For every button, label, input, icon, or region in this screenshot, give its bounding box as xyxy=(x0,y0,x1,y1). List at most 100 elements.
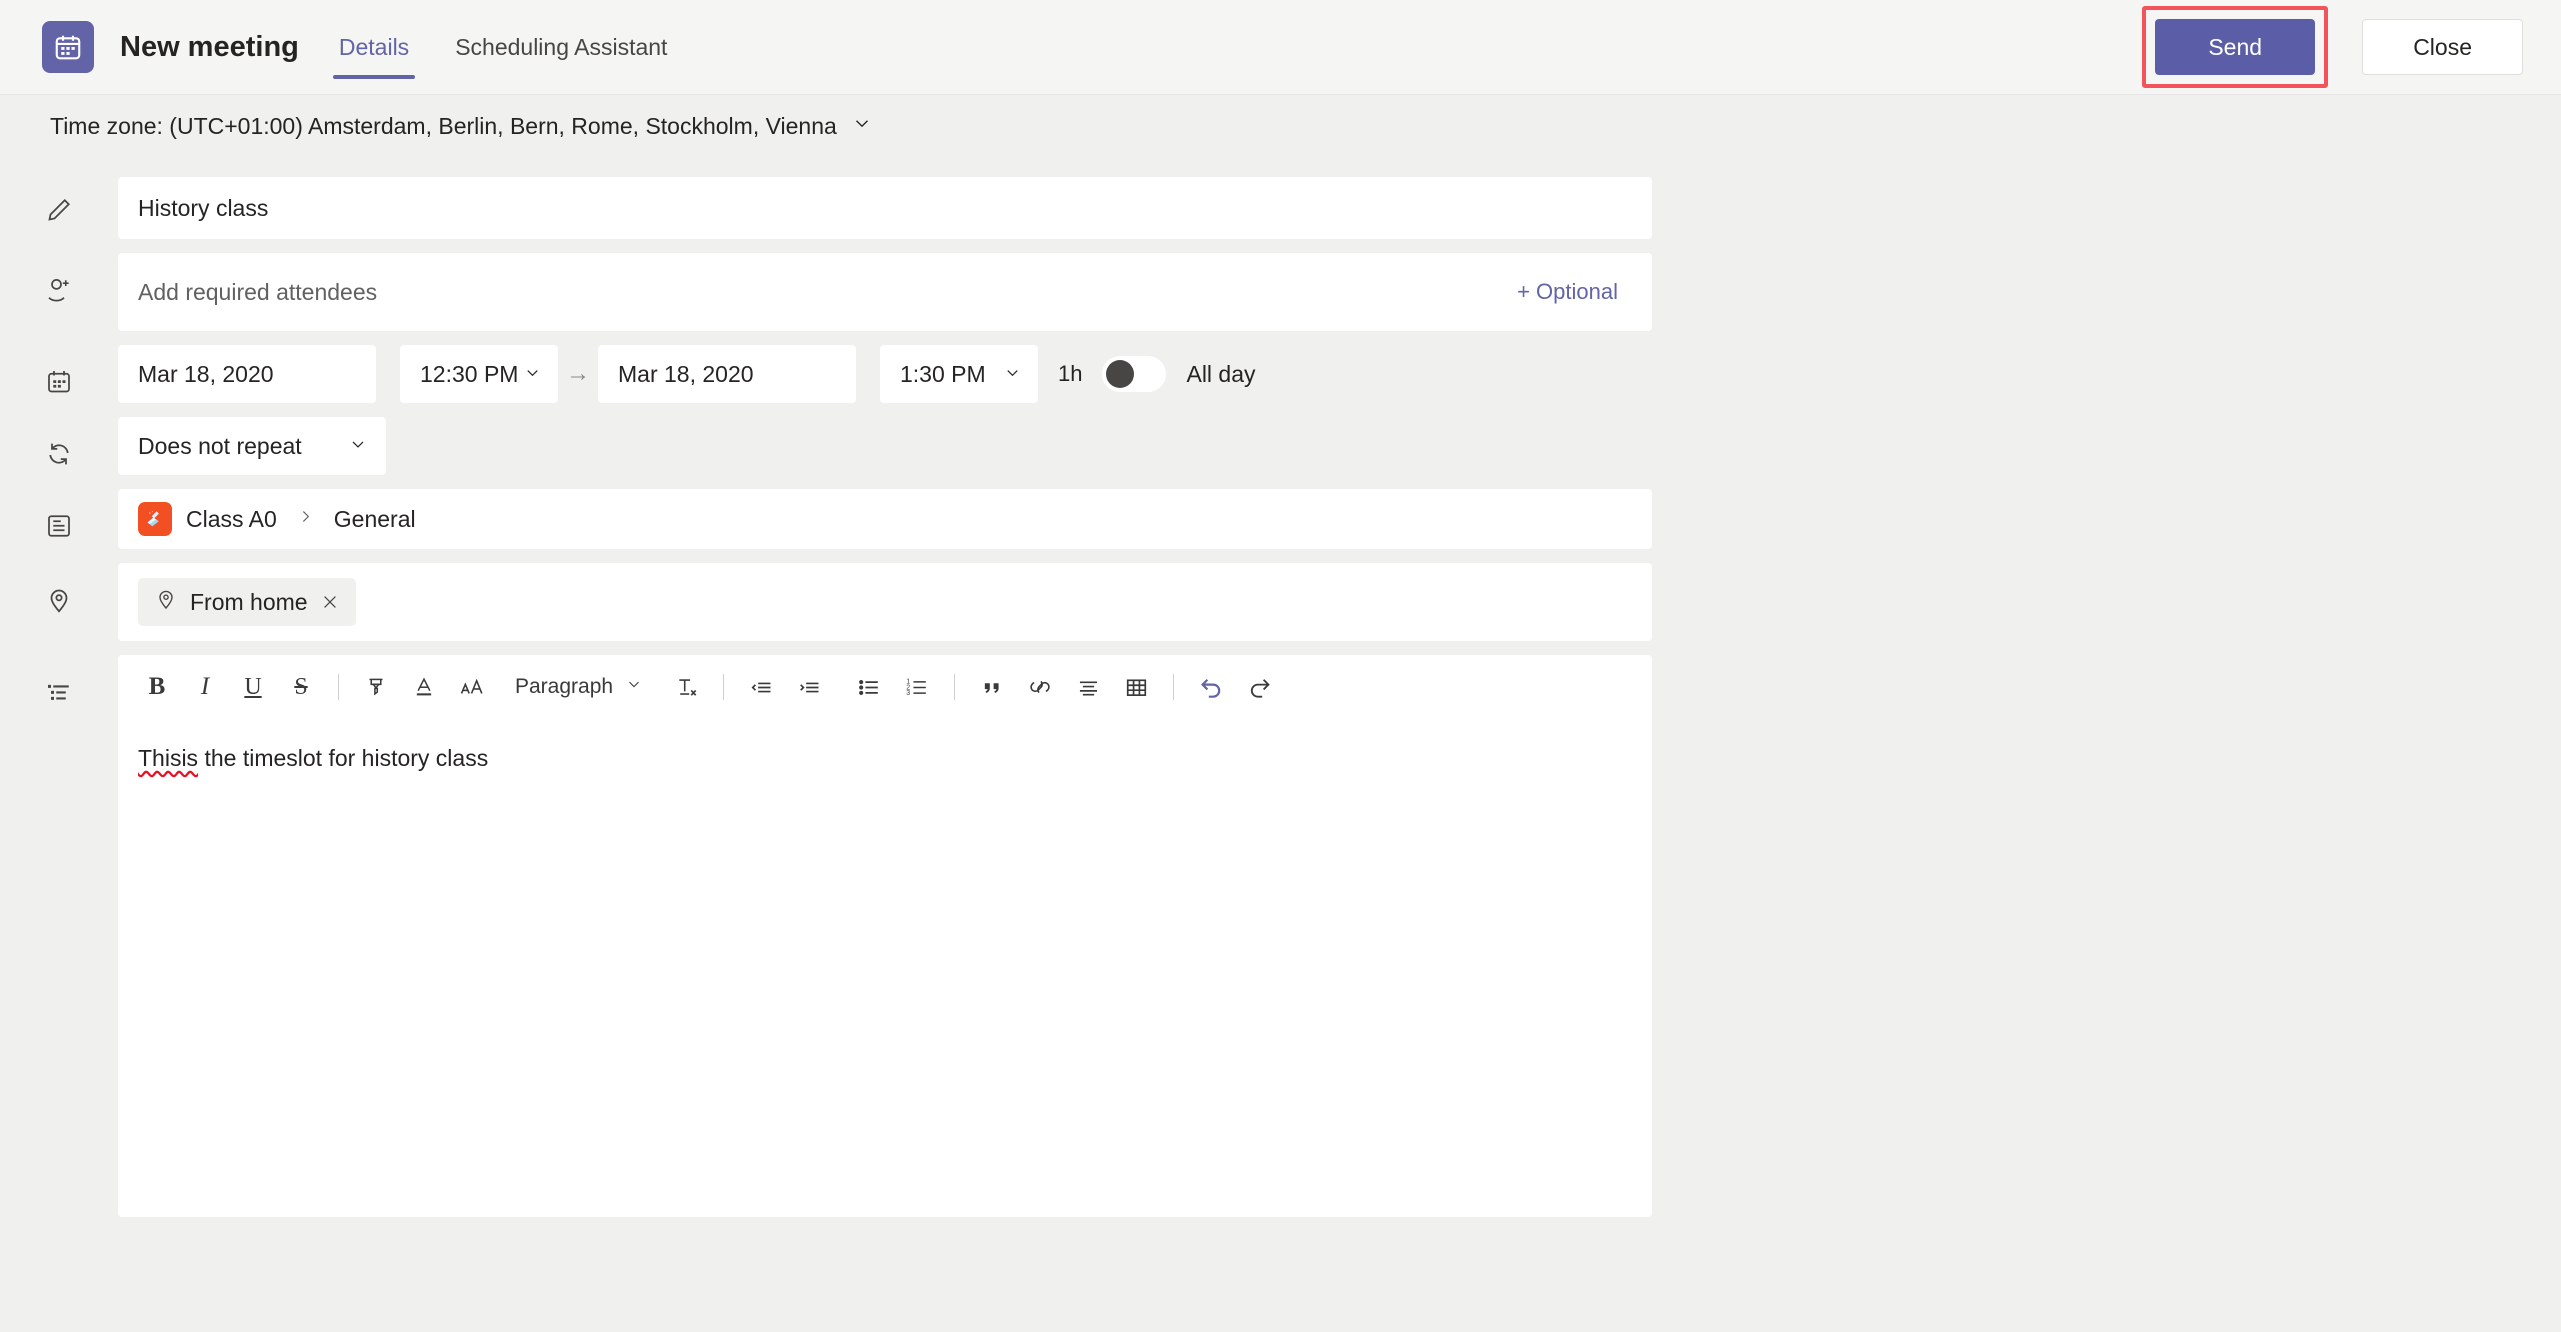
all-day-toggle[interactable] xyxy=(1102,356,1167,392)
calendar-app-icon xyxy=(42,21,94,73)
calendar-icon xyxy=(44,345,118,397)
attendees-placeholder: Add required attendees xyxy=(138,278,378,305)
all-day-label: All day xyxy=(1186,360,1256,387)
pencil-icon xyxy=(44,177,118,225)
title-row: History class xyxy=(0,177,2561,239)
increase-indent-icon[interactable] xyxy=(788,666,830,708)
location-pin-icon xyxy=(44,563,118,615)
repeat-dropdown[interactable]: Does not repeat xyxy=(118,417,386,475)
duration-label: 1h xyxy=(1058,361,1083,386)
meeting-form: History class Add required attendees + O… xyxy=(0,157,2561,1217)
chevron-down-icon xyxy=(523,361,542,388)
end-date-input[interactable]: Mar 18, 2020 xyxy=(598,345,856,403)
font-size-icon[interactable] xyxy=(451,666,493,708)
misspelled-word: Thisis xyxy=(138,745,199,771)
clear-format-icon[interactable] xyxy=(665,666,707,708)
bold-button[interactable]: B xyxy=(136,666,178,708)
paragraph-style-label: Paragraph xyxy=(515,675,614,698)
header-actions: Send Close xyxy=(2142,6,2523,88)
title-input-value: History class xyxy=(138,194,269,221)
chevron-down-icon xyxy=(851,112,873,140)
redo-icon[interactable] xyxy=(1238,666,1280,708)
all-day-toggle-knob xyxy=(1106,360,1135,388)
datetime-controls: Mar 18, 2020 12:30 PM → Mar 18, 2020 1:3… xyxy=(118,345,1652,403)
quote-icon[interactable] xyxy=(971,666,1013,708)
bullet-list-icon xyxy=(44,655,118,707)
description-text-rest: the timeslot for history class xyxy=(198,745,489,771)
toolbar-separator xyxy=(1173,674,1175,700)
page-title: New meeting xyxy=(120,30,299,63)
location-chip-label: From home xyxy=(190,588,308,615)
description-field-area: B I U S Paragraph 1 2 3 Thisis the times… xyxy=(118,655,1652,1217)
chevron-down-icon xyxy=(1003,361,1022,388)
attendees-field-area: Add required attendees + Optional xyxy=(118,253,1652,331)
channel-field-area: Class A0 General xyxy=(118,489,1652,549)
channel-selector[interactable]: Class A0 General xyxy=(118,489,1652,549)
undo-icon[interactable] xyxy=(1190,666,1232,708)
tab-scheduling-assistant[interactable]: Scheduling Assistant xyxy=(449,0,673,95)
strikethrough-button[interactable]: S xyxy=(280,666,322,708)
timezone-label: Time zone: (UTC+01:00) Amsterdam, Berlin… xyxy=(50,112,837,139)
editor-toolbar: B I U S Paragraph 1 2 3 xyxy=(118,655,1652,719)
numbered-list-icon[interactable]: 1 2 3 xyxy=(896,666,938,708)
chevron-down-icon xyxy=(625,675,643,699)
decrease-indent-icon[interactable] xyxy=(740,666,782,708)
team-name: Class A0 xyxy=(186,505,277,532)
add-optional-attendees-link[interactable]: + Optional xyxy=(1517,279,1632,305)
highlighter-icon[interactable] xyxy=(355,666,397,708)
location-chip[interactable]: From home xyxy=(138,578,356,626)
italic-button[interactable]: I xyxy=(184,666,226,708)
location-input[interactable]: From home xyxy=(118,563,1652,641)
datetime-field-area: Mar 18, 2020 12:30 PM → Mar 18, 2020 1:3… xyxy=(118,345,1652,403)
end-time-value: 1:30 PM xyxy=(900,360,986,387)
repeat-row: Does not repeat xyxy=(0,417,2561,475)
font-color-icon[interactable] xyxy=(403,666,445,708)
end-date-value: Mar 18, 2020 xyxy=(618,360,754,387)
toolbar-separator xyxy=(954,674,956,700)
tab-details[interactable]: Details xyxy=(332,0,416,95)
table-icon[interactable] xyxy=(1115,666,1157,708)
channel-list-icon xyxy=(44,489,118,541)
send-button[interactable]: Send xyxy=(2155,19,2316,75)
title-input[interactable]: History class xyxy=(118,177,1652,239)
start-time-value: 12:30 PM xyxy=(420,360,519,387)
attendees-row: Add required attendees + Optional xyxy=(0,253,2561,331)
channel-row: Class A0 General xyxy=(0,489,2561,549)
channel-name: General xyxy=(333,505,416,532)
location-field-area: From home xyxy=(118,563,1652,641)
close-icon[interactable] xyxy=(320,592,340,612)
repeat-value: Does not repeat xyxy=(138,432,302,459)
team-avatar xyxy=(138,502,172,536)
start-date-value: Mar 18, 2020 xyxy=(138,360,274,387)
align-icon[interactable] xyxy=(1067,666,1109,708)
app-header: New meeting Details Scheduling Assistant… xyxy=(0,0,2561,95)
toolbar-separator xyxy=(723,674,725,700)
date-range-arrow-icon: → xyxy=(566,360,590,387)
close-button[interactable]: Close xyxy=(2362,19,2523,75)
link-icon[interactable] xyxy=(1019,666,1061,708)
datetime-row: Mar 18, 2020 12:30 PM → Mar 18, 2020 1:3… xyxy=(0,345,2561,403)
timezone-selector[interactable]: Time zone: (UTC+01:00) Amsterdam, Berlin… xyxy=(0,95,873,157)
description-textarea[interactable]: Thisis the timeslot for history class xyxy=(118,719,1652,1217)
description-editor: B I U S Paragraph 1 2 3 Thisis the times… xyxy=(118,655,1652,1217)
chevron-right-icon xyxy=(297,508,314,531)
start-date-input[interactable]: Mar 18, 2020 xyxy=(118,345,376,403)
description-row: B I U S Paragraph 1 2 3 Thisis the times… xyxy=(0,655,2561,1217)
location-row: From home xyxy=(0,563,2561,641)
underline-button[interactable]: U xyxy=(232,666,274,708)
repeat-icon xyxy=(44,417,118,469)
header-tabs: Details Scheduling Assistant xyxy=(332,0,708,95)
start-time-dropdown[interactable]: 12:30 PM xyxy=(400,345,558,403)
toolbar-separator xyxy=(338,674,339,700)
location-pin-icon xyxy=(154,587,178,617)
bullet-list-icon[interactable] xyxy=(848,666,890,708)
add-person-icon xyxy=(44,253,118,305)
title-field-area: History class xyxy=(118,177,1652,239)
attendees-input[interactable]: Add required attendees + Optional xyxy=(118,253,1652,331)
paragraph-style-dropdown[interactable]: Paragraph xyxy=(503,666,655,708)
end-time-dropdown[interactable]: 1:30 PM xyxy=(880,345,1038,403)
svg-text:3: 3 xyxy=(906,689,910,696)
chevron-down-icon xyxy=(348,433,368,460)
repeat-field-area: Does not repeat xyxy=(118,417,1652,475)
send-button-highlight: Send xyxy=(2142,6,2329,88)
